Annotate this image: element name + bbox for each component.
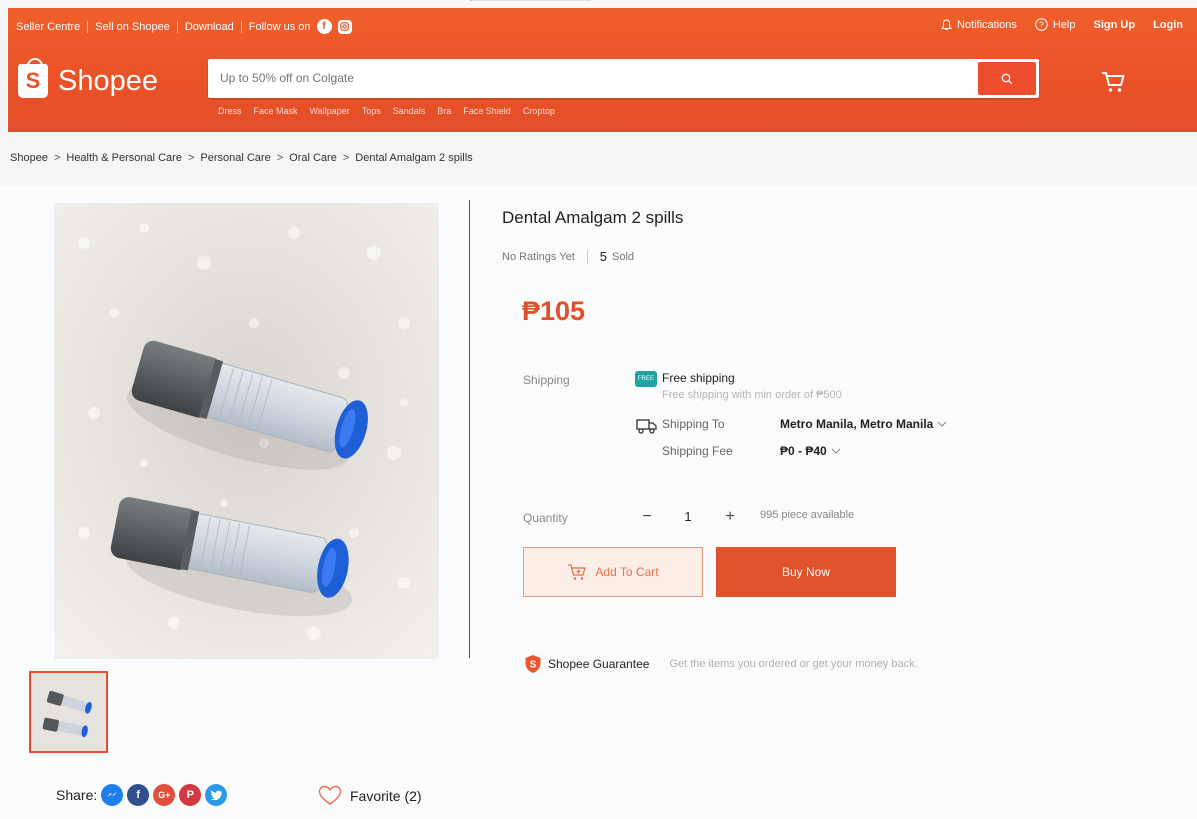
quantity-label: Quantity (523, 511, 568, 525)
heart-icon (318, 785, 342, 805)
breadcrumb-item[interactable]: Shopee (10, 152, 48, 164)
quantity-increase-button[interactable]: + (719, 507, 741, 527)
breadcrumb-item[interactable]: Oral Care (289, 152, 337, 164)
product-stats: No Ratings Yet 5 Sold (502, 249, 634, 264)
product-title: Dental Amalgam 2 spills (502, 208, 684, 227)
product-price: ₱105 (522, 296, 586, 326)
free-shipping-condition: Free shipping with min order of ₱500 (662, 389, 842, 401)
login-link[interactable]: Login (1153, 19, 1183, 31)
shopping-bag-icon: S (18, 58, 48, 98)
product-thumbnail[interactable] (29, 671, 108, 753)
twitter-icon[interactable] (205, 784, 228, 806)
sold-label: Sold (612, 250, 635, 263)
chevron-down-icon (831, 448, 841, 454)
breadcrumb-item[interactable]: Health & Personal Care (66, 152, 182, 164)
divider (240, 20, 242, 33)
search-input[interactable] (220, 69, 960, 87)
search-suggestion[interactable]: Bra (437, 106, 451, 116)
pinterest-icon[interactable]: P (179, 784, 202, 806)
favorite-label: Favorite (2) (350, 787, 422, 804)
svg-text:S: S (530, 660, 537, 671)
logo-wordmark: Shopee (58, 64, 158, 97)
quantity-input[interactable]: 1 (680, 509, 696, 524)
shield-icon: S (525, 655, 541, 673)
shipping-to-value: Metro Manila, Metro Manila (780, 417, 934, 431)
site-header: Seller Centre Sell on Shopee Download Fo… (8, 8, 1197, 132)
sold-count: 5 (599, 249, 608, 264)
share-bar: Share: f G+ P (56, 784, 228, 806)
stock-available: 995 piece available (760, 509, 855, 521)
help-link[interactable]: ? Help (1035, 18, 1076, 31)
add-to-cart-button[interactable]: Add To Cart (523, 547, 703, 597)
breadcrumb-item[interactable]: Personal Care (200, 152, 270, 164)
add-cart-icon (568, 564, 587, 580)
truck-icon (636, 417, 658, 440)
search-suggestion[interactable]: Wallpaper (310, 106, 350, 116)
svg-text:?: ? (1039, 21, 1044, 30)
guarantee-title: Shopee Guarantee (548, 657, 650, 671)
chevron-down-icon (938, 421, 947, 427)
chevron-right-icon: > (53, 152, 61, 164)
sell-on-shopee-link[interactable]: Sell on Shopee (95, 21, 170, 33)
shipping-fee-select[interactable]: ₱0 - ₱40 (780, 444, 841, 458)
divider (586, 249, 588, 264)
sign-up-link[interactable]: Sign Up (1094, 19, 1136, 31)
shipping-to-select[interactable]: Metro Manila, Metro Manila (780, 417, 947, 431)
shipping-label: Shipping (523, 373, 570, 387)
seller-centre-link[interactable]: Seller Centre (16, 21, 80, 33)
instagram-icon[interactable] (337, 19, 352, 34)
help-icon: ? (1035, 18, 1048, 31)
product-main-image[interactable] (54, 203, 439, 659)
buy-now-button[interactable]: Buy Now (716, 547, 896, 597)
top-navbar: Seller Centre Sell on Shopee Download Fo… (8, 8, 1197, 42)
search-suggestion[interactable]: Croptop (523, 106, 555, 116)
facebook-icon[interactable]: f (316, 19, 332, 34)
vertical-divider (469, 200, 470, 658)
search-icon (1001, 73, 1013, 84)
free-shipping-title: Free shipping (662, 371, 735, 385)
divider (176, 20, 178, 33)
shipping-fee-label: Shipping Fee (662, 444, 733, 458)
favorite-button[interactable]: Favorite (2) (318, 785, 422, 806)
download-link[interactable]: Download (185, 21, 234, 33)
follow-us-label: Follow us on (248, 20, 311, 33)
guarantee-text: Get the items you ordered or get your mo… (669, 658, 918, 670)
search-bar (208, 59, 1039, 98)
scan-margin (0, 0, 1197, 8)
bell-icon (940, 18, 952, 30)
search-suggestion[interactable]: Tops (362, 106, 381, 116)
ratings-text: No Ratings Yet (502, 250, 575, 263)
google-plus-icon[interactable]: G+ (153, 784, 176, 806)
shopee-logo[interactable]: S Shopee (18, 58, 158, 98)
search-suggestion[interactable]: Dress (218, 106, 242, 116)
share-label: Share: (56, 787, 98, 803)
breadcrumb: Shopee > Health & Personal Care > Person… (10, 152, 473, 164)
search-suggestion[interactable]: Face Shield (463, 106, 511, 116)
search-button[interactable] (978, 62, 1036, 95)
divider (87, 20, 89, 33)
search-suggestion[interactable]: Face Mask (254, 106, 298, 116)
add-to-cart-label: Add To Cart (595, 565, 659, 579)
help-label: Help (1052, 18, 1076, 31)
shipping-to-label: Shipping To (662, 417, 725, 431)
notifications-link[interactable]: Notifications (940, 18, 1017, 31)
chevron-right-icon: > (187, 152, 195, 164)
cart-icon[interactable] (1100, 70, 1126, 99)
breadcrumb-current: Dental Amalgam 2 spills (355, 152, 473, 164)
notifications-label: Notifications (956, 18, 1017, 31)
free-shipping-icon: FREE (635, 371, 657, 387)
search-suggestion[interactable]: Sandals (393, 106, 426, 116)
shipping-fee-value: ₱0 - ₱40 (780, 444, 827, 458)
facebook-icon[interactable]: f (127, 784, 150, 806)
shopee-guarantee: S Shopee Guarantee Get the items you ord… (524, 654, 918, 674)
messenger-icon[interactable] (101, 784, 124, 806)
chevron-right-icon: > (276, 152, 284, 164)
chevron-right-icon: > (342, 152, 350, 164)
search-suggestions: Dress Face Mask Wallpaper Tops Sandals B… (218, 106, 555, 116)
quantity-decrease-button[interactable]: − (636, 507, 658, 527)
